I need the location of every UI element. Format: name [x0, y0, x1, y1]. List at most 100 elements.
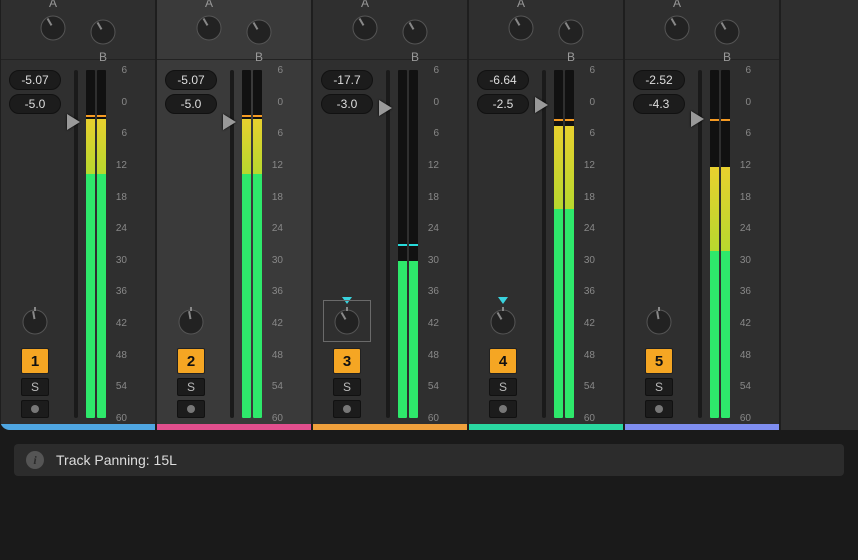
send-a-knob[interactable]	[349, 12, 381, 44]
solo-button[interactable]: S	[489, 378, 517, 396]
scale-tick: 42	[740, 318, 751, 329]
send-a-knob[interactable]	[661, 12, 693, 44]
send-b-knob[interactable]	[555, 16, 587, 48]
scale-tick: 24	[584, 223, 595, 234]
peak-readout[interactable]: -2.52	[633, 70, 685, 90]
fader-handle-icon[interactable]	[535, 97, 548, 113]
record-arm-button[interactable]	[645, 400, 673, 418]
solo-button[interactable]: S	[645, 378, 673, 396]
db-scale: 606121824303642485460	[733, 70, 751, 418]
send-a-knob[interactable]	[37, 12, 69, 44]
scale-tick: 12	[272, 160, 283, 171]
track-color-bar	[1, 424, 155, 430]
send-a-knob[interactable]	[193, 12, 225, 44]
volume-fader[interactable]	[693, 70, 707, 418]
peak-readout[interactable]: -5.07	[165, 70, 217, 90]
record-arm-button[interactable]	[489, 400, 517, 418]
volume-fader[interactable]	[225, 70, 239, 418]
pan-caret-icon	[342, 297, 352, 304]
solo-button[interactable]: S	[333, 378, 361, 396]
scale-tick: 60	[272, 413, 283, 424]
gain-readout[interactable]: -3.0	[321, 94, 373, 114]
peak-readout[interactable]: -6.64	[477, 70, 529, 90]
track-activator-button[interactable]: 2	[177, 348, 205, 374]
record-arm-button[interactable]	[21, 400, 49, 418]
pan-knob[interactable]	[487, 306, 519, 338]
db-scale: 606121824303642485460	[109, 70, 127, 418]
db-scale: 606121824303642485460	[421, 70, 439, 418]
peak-readout[interactable]: -5.07	[9, 70, 61, 90]
track-activator-button[interactable]: 4	[489, 348, 517, 374]
scale-tick: 30	[740, 255, 751, 266]
pan-knob[interactable]	[19, 306, 51, 338]
scale-tick: 6	[277, 128, 283, 139]
pan-knob[interactable]	[175, 306, 207, 338]
gain-readout[interactable]: -5.0	[9, 94, 61, 114]
send-b-knob[interactable]	[87, 16, 119, 48]
volume-fader[interactable]	[537, 70, 551, 418]
scale-tick: 30	[272, 255, 283, 266]
mixer-track-4: A B -6.64 -2.5	[468, 0, 624, 430]
solo-button[interactable]: S	[21, 378, 49, 396]
fader-handle-icon[interactable]	[67, 114, 80, 130]
scale-tick: 48	[740, 350, 751, 361]
send-ab-row: A B	[157, 0, 311, 60]
gain-readout[interactable]: -4.3	[633, 94, 685, 114]
solo-button[interactable]: S	[177, 378, 205, 396]
pan-knob[interactable]	[643, 306, 675, 338]
peak-readout[interactable]: -17.7	[321, 70, 373, 90]
scale-tick: 48	[428, 350, 439, 361]
db-scale: 606121824303642485460	[265, 70, 283, 418]
scale-tick: 48	[272, 350, 283, 361]
scale-tick: 36	[428, 286, 439, 297]
send-ab-row: A B	[1, 0, 155, 60]
scale-tick: 60	[116, 413, 127, 424]
level-meter	[86, 70, 106, 418]
level-meter	[242, 70, 262, 418]
track-activator-button[interactable]: 5	[645, 348, 673, 374]
scale-tick: 60	[584, 413, 595, 424]
scale-tick: 6	[745, 65, 751, 76]
track-activator-button[interactable]: 3	[333, 348, 361, 374]
scale-tick: 6	[589, 128, 595, 139]
send-b-knob[interactable]	[399, 16, 431, 48]
scale-tick: 0	[433, 97, 439, 108]
scale-tick: 12	[428, 160, 439, 171]
scale-tick: 36	[740, 286, 751, 297]
track-activator-button[interactable]: 1	[21, 348, 49, 374]
track-color-bar	[469, 424, 623, 430]
scale-tick: 42	[272, 318, 283, 329]
scale-tick: 36	[272, 286, 283, 297]
db-scale: 606121824303642485460	[577, 70, 595, 418]
send-b-label: B	[96, 50, 110, 64]
record-dot-icon	[187, 405, 195, 413]
scale-tick: 6	[121, 65, 127, 76]
gain-readout[interactable]: -2.5	[477, 94, 529, 114]
track-color-bar	[313, 424, 467, 430]
mixer-track-3: A B -17.7 -3.0	[312, 0, 468, 430]
scale-tick: 18	[272, 192, 283, 203]
fader-handle-icon[interactable]	[223, 114, 236, 130]
volume-fader[interactable]	[381, 70, 395, 418]
scale-tick: 24	[272, 223, 283, 234]
level-meter	[710, 70, 730, 418]
send-a-label: A	[202, 0, 216, 10]
record-arm-button[interactable]	[333, 400, 361, 418]
send-a-knob[interactable]	[505, 12, 537, 44]
info-icon: i	[26, 451, 44, 469]
send-b-knob[interactable]	[243, 16, 275, 48]
fader-handle-icon[interactable]	[691, 111, 704, 127]
volume-fader[interactable]	[69, 70, 83, 418]
scale-tick: 54	[584, 381, 595, 392]
gain-readout[interactable]: -5.0	[165, 94, 217, 114]
pan-knob[interactable]	[331, 306, 363, 338]
track-overflow-area	[780, 0, 820, 430]
scale-tick: 6	[433, 128, 439, 139]
scale-tick: 0	[277, 97, 283, 108]
scale-tick: 18	[740, 192, 751, 203]
send-a-label: A	[46, 0, 60, 10]
send-b-knob[interactable]	[711, 16, 743, 48]
send-b-label: B	[408, 50, 422, 64]
record-arm-button[interactable]	[177, 400, 205, 418]
fader-handle-icon[interactable]	[379, 100, 392, 116]
